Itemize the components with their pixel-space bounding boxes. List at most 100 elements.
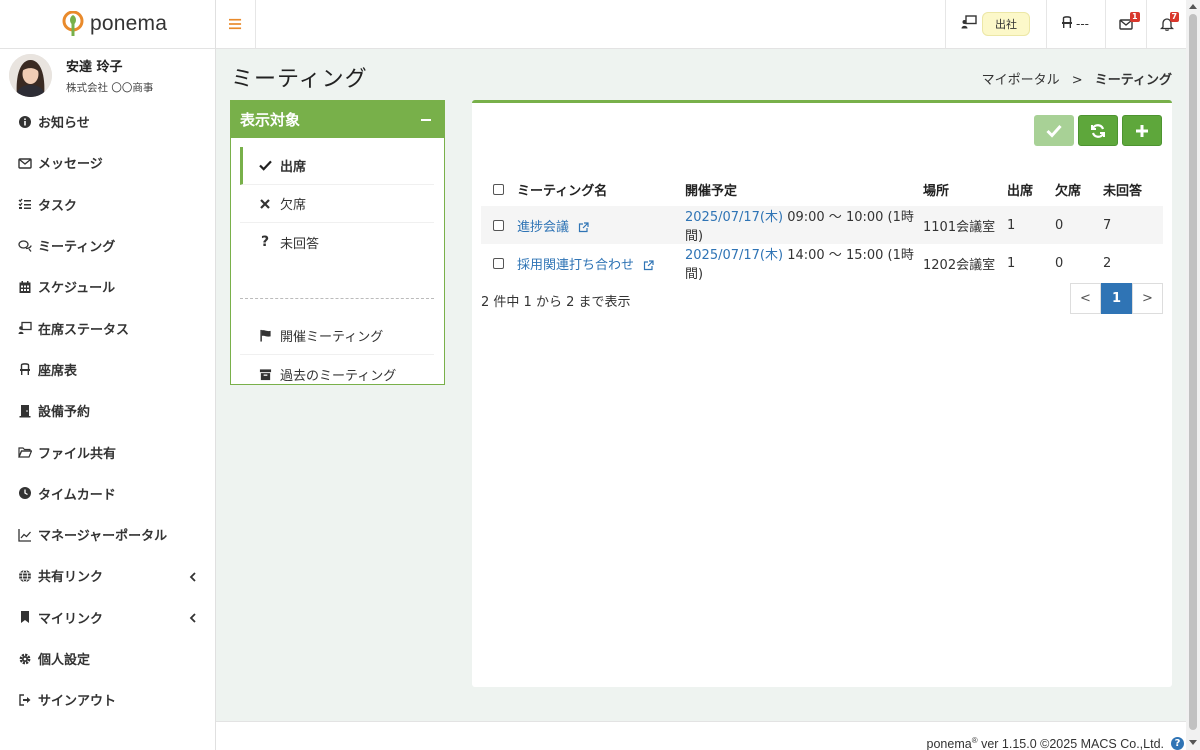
row-checkbox[interactable] bbox=[493, 257, 504, 269]
link-label: 過去のミーティング bbox=[280, 368, 397, 384]
globe-icon bbox=[18, 569, 32, 583]
seat-status[interactable]: --- bbox=[1046, 0, 1105, 48]
sidebar-item-tasks[interactable]: タスク bbox=[0, 184, 215, 225]
sidebar-item-seating[interactable]: 座席表 bbox=[0, 349, 215, 390]
sidebar-item-label: サインアウト bbox=[38, 694, 117, 710]
tasks-icon bbox=[18, 197, 32, 211]
row-checkbox[interactable] bbox=[493, 219, 504, 231]
sidebar-item-timecard[interactable]: タイムカード bbox=[0, 473, 215, 514]
select-all-checkbox[interactable] bbox=[493, 183, 504, 195]
column-header-unanswered[interactable]: 未回答 bbox=[1103, 172, 1163, 206]
sidebar-item-label: マイリンク bbox=[38, 611, 104, 627]
column-header-date[interactable]: 開催予定 bbox=[685, 172, 923, 206]
collapse-minus-icon[interactable] bbox=[421, 118, 431, 121]
presence-icon bbox=[18, 321, 32, 335]
chart-icon bbox=[18, 528, 32, 542]
check-icon bbox=[258, 160, 272, 171]
seat-label: --- bbox=[1076, 17, 1089, 31]
column-header-attend[interactable]: 出席 bbox=[1007, 172, 1055, 206]
unanswered-count: 7 bbox=[1103, 206, 1163, 244]
help-icon[interactable]: ? bbox=[1171, 737, 1184, 750]
scrollbar-thumb[interactable] bbox=[1189, 14, 1197, 730]
sidebar-item-presence[interactable]: 在席ステータス bbox=[0, 307, 215, 348]
meeting-date-link[interactable]: 2025/07/17(木) bbox=[685, 210, 783, 225]
pagination-next-button[interactable]: > bbox=[1132, 283, 1163, 314]
info-icon bbox=[18, 115, 32, 129]
question-icon: ? bbox=[260, 234, 270, 250]
sidebar-item-manager-portal[interactable]: マネージャーポータル bbox=[0, 514, 215, 555]
bell-icon: 7 bbox=[1159, 12, 1180, 31]
link-hosted-meetings[interactable]: 開催ミーティング bbox=[240, 317, 434, 355]
sidebar-item-label: 共有リンク bbox=[38, 570, 104, 586]
breadcrumb-parent-link[interactable]: マイポータル bbox=[982, 73, 1060, 88]
column-header-absent[interactable]: 欠席 bbox=[1055, 172, 1103, 206]
chevron-left-icon[interactable] bbox=[189, 612, 197, 623]
notification-count-badge: 7 bbox=[1169, 12, 1180, 22]
logo[interactable]: ponema bbox=[0, 0, 215, 49]
sidebar: ponema 安達 玲子 株式会社 〇〇商事 お知らせ メッセージ タスク ミー… bbox=[0, 0, 216, 750]
meeting-name-link[interactable]: 進捗会議 bbox=[517, 220, 569, 235]
sidebar-item-messages[interactable]: メッセージ bbox=[0, 142, 215, 183]
meeting-name-link[interactable]: 採用関連打ち合わせ bbox=[517, 258, 634, 273]
chevron-left-icon[interactable] bbox=[189, 571, 197, 582]
table-summary: 2 件中 1 から 2 まで表示 bbox=[481, 295, 631, 310]
sidebar-item-label: スケジュール bbox=[38, 281, 116, 297]
table-row: 採用関連打ち合わせ 2025/07/17(木) 14:00 〜 15:00 (1… bbox=[481, 244, 1163, 282]
filter-panel-title: 表示対象 bbox=[240, 111, 301, 129]
column-header-name[interactable]: ミーティング名 bbox=[517, 172, 685, 206]
scroll-down-arrow-icon[interactable] bbox=[1189, 740, 1197, 745]
filter-item-unanswered[interactable]: ? 未回答 bbox=[240, 223, 434, 261]
status-badge: 出社 bbox=[982, 12, 1030, 36]
add-meeting-button[interactable] bbox=[1122, 115, 1162, 146]
filter-item-absent[interactable]: 欠席 bbox=[240, 185, 434, 223]
sidebar-item-facility[interactable]: 設備予約 bbox=[0, 390, 215, 431]
refresh-button[interactable] bbox=[1078, 115, 1118, 146]
page-title: ミーティング bbox=[231, 67, 368, 92]
footer-version: ver 1.15.0 ©2025 MACS Co.,Ltd. bbox=[977, 737, 1164, 750]
messages-button[interactable]: 1 bbox=[1105, 0, 1146, 48]
hamburger-icon bbox=[229, 18, 242, 30]
footer-copyright: ponema® ver 1.15.0 ©2025 MACS Co.,Ltd. bbox=[927, 736, 1164, 750]
notifications-button[interactable]: 7 bbox=[1146, 0, 1186, 48]
attend-count: 1 bbox=[1007, 255, 1016, 271]
sidebar-item-my-links[interactable]: マイリンク bbox=[0, 597, 215, 638]
user-profile[interactable]: 安達 玲子 株式会社 〇〇商事 bbox=[0, 49, 215, 101]
footer-brand: ponema bbox=[926, 737, 972, 750]
pagination-page-1[interactable]: 1 bbox=[1101, 283, 1132, 314]
sidebar-item-meetings[interactable]: ミーティング bbox=[0, 225, 215, 266]
plus-icon bbox=[1136, 124, 1148, 137]
comments-icon bbox=[18, 239, 32, 253]
top-bar: 出社 --- 1 7 bbox=[216, 0, 1186, 49]
sidebar-item-schedule[interactable]: スケジュール bbox=[0, 266, 215, 307]
sidebar-item-label: タスク bbox=[38, 198, 78, 214]
sidebar-item-label: お知らせ bbox=[38, 116, 90, 132]
sidebar-item-settings[interactable]: 個人設定 bbox=[0, 638, 215, 679]
external-link-icon[interactable] bbox=[578, 221, 589, 233]
link-past-meetings[interactable]: 過去のミーティング bbox=[240, 355, 434, 393]
column-header-place[interactable]: 場所 bbox=[923, 172, 1007, 206]
filter-item-label: 出席 bbox=[280, 160, 307, 175]
filter-item-attend[interactable]: 出席 bbox=[240, 147, 434, 185]
times-icon bbox=[258, 198, 272, 209]
meeting-date-link[interactable]: 2025/07/17(木) bbox=[685, 248, 783, 263]
sidebar-item-shared-links[interactable]: 共有リンク bbox=[0, 555, 215, 596]
external-link-icon[interactable] bbox=[643, 259, 654, 271]
chair-icon bbox=[18, 362, 32, 376]
page-scrollbar[interactable] bbox=[1186, 0, 1200, 750]
sidebar-item-signout[interactable]: サインアウト bbox=[0, 679, 215, 720]
menu-toggle-button[interactable] bbox=[216, 0, 256, 48]
sidebar-item-files[interactable]: ファイル共有 bbox=[0, 431, 215, 472]
scroll-up-arrow-icon[interactable] bbox=[1189, 4, 1197, 9]
presence-status[interactable]: 出社 bbox=[945, 0, 1046, 48]
approve-button[interactable] bbox=[1034, 115, 1074, 146]
divider bbox=[240, 298, 434, 299]
mail-count-badge: 1 bbox=[1130, 12, 1140, 22]
link-label: 開催ミーティング bbox=[280, 330, 384, 345]
pagination: < 1 > bbox=[1070, 283, 1163, 314]
sidebar-item-news[interactable]: お知らせ bbox=[0, 101, 215, 142]
table-row: 進捗会議 2025/07/17(木) 09:00 〜 10:00 (1時間) 1… bbox=[481, 206, 1163, 244]
logo-text: ponema bbox=[90, 12, 168, 35]
absent-count: 0 bbox=[1055, 206, 1103, 244]
pagination-prev-button[interactable]: < bbox=[1070, 283, 1101, 314]
sidebar-item-label: 座席表 bbox=[38, 363, 78, 379]
